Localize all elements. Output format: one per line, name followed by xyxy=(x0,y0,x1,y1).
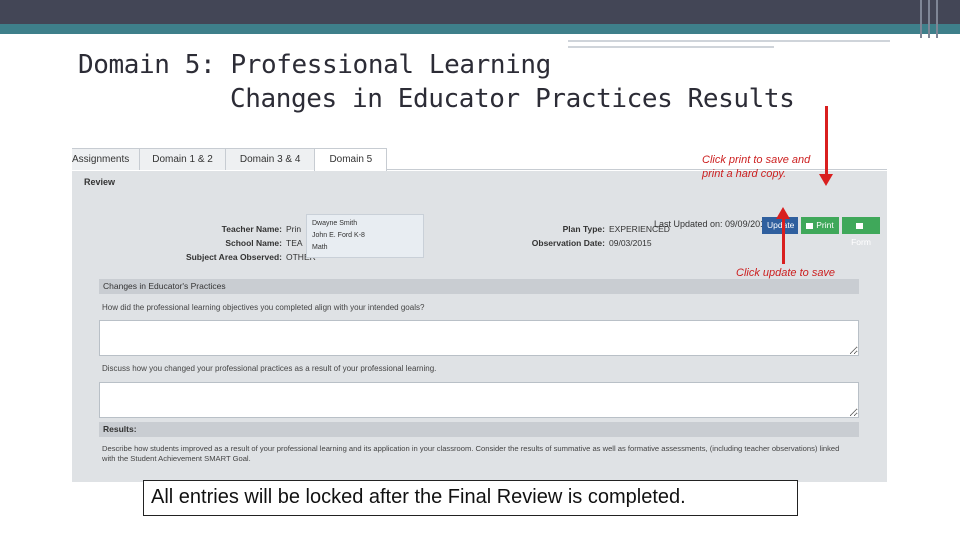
teacher-name-value: Prin xyxy=(286,224,302,234)
results-description-line-2: with the Student Achievement SMART Goal. xyxy=(102,454,251,463)
changes-section-header: Changes in Educator's Practices xyxy=(99,279,859,294)
alignment-response-field[interactable] xyxy=(99,320,859,356)
tab-domain-5[interactable]: Domain 5 xyxy=(314,148,388,171)
school-name-value: TEA xyxy=(286,238,303,248)
dropdown-item[interactable]: Dwayne Smith xyxy=(312,218,418,230)
question-alignment: How did the professional learning object… xyxy=(102,303,425,312)
app-screenshot: Assignments Domain 1 & 2 Domain 3 & 4 Do… xyxy=(72,146,887,482)
print-annotation-line-2: print a hard copy. xyxy=(702,168,787,180)
print-annotation: Click print to save and print a hard cop… xyxy=(702,153,810,181)
lock-notice-caption: All entries will be locked after the Fin… xyxy=(143,480,798,516)
observation-date-value: 09/03/2015 xyxy=(609,238,652,248)
plan-type-label: Plan Type: xyxy=(562,224,605,234)
results-section-header: Results: xyxy=(99,422,859,437)
review-panel: Review Last Updated on: 09/09/2015 Updat… xyxy=(72,171,887,482)
print-annotation-line-1: Click print to save and xyxy=(702,154,811,166)
tab-assignments[interactable]: Assignments xyxy=(72,148,141,170)
print-button[interactable]: Print xyxy=(801,217,839,234)
slide-title: Domain 5: Professional Learning Changes … xyxy=(78,48,795,116)
update-annotation: Click update to save xyxy=(736,267,836,279)
results-description-line-1: Describe how students improved as a resu… xyxy=(102,444,840,453)
print-arrow-shaft xyxy=(825,106,828,174)
decorative-line xyxy=(568,40,890,42)
update-arrow-shaft xyxy=(782,218,785,264)
teacher-dropdown-popup[interactable]: Dwayne Smith John E. Ford K-8 Math xyxy=(306,214,424,258)
review-label: Review xyxy=(84,177,116,187)
printer-icon xyxy=(806,222,814,229)
slide-title-line-2: Changes in Educator Practices Results xyxy=(230,84,795,114)
slide-top-bar xyxy=(0,0,960,24)
question-practices: Discuss how you changed your professiona… xyxy=(102,364,437,373)
teacher-name-label: Teacher Name: xyxy=(221,224,282,234)
print-button-label: Print xyxy=(816,220,834,230)
last-updated-text: Last Updated on: 09/09/2015 xyxy=(654,219,771,229)
practices-response-field[interactable] xyxy=(99,382,859,418)
school-name-label: School Name: xyxy=(225,238,282,248)
results-description: Describe how students improved as a resu… xyxy=(99,444,859,464)
dropdown-item[interactable]: Math xyxy=(312,242,418,254)
slide-title-line-1: Domain 5: Professional Learning xyxy=(78,50,551,80)
plan-type-value: EXPERIENCED xyxy=(609,224,670,234)
corner-decoration xyxy=(916,0,946,38)
update-button[interactable]: Update xyxy=(762,217,798,234)
printer-icon xyxy=(856,222,863,229)
dropdown-item[interactable]: John E. Ford K-8 xyxy=(312,230,418,242)
slide-teal-band xyxy=(0,24,960,34)
print-arrow-head xyxy=(819,174,833,186)
tab-domain-1-2[interactable]: Domain 1 & 2 xyxy=(139,148,226,170)
observation-date-label: Observation Date: xyxy=(531,238,605,248)
form-button-label: Form xyxy=(851,237,871,247)
form-button[interactable]: Form xyxy=(842,217,880,247)
subject-area-label: Subject Area Observed: xyxy=(185,252,282,262)
tab-domain-3-4[interactable]: Domain 3 & 4 xyxy=(224,148,316,170)
